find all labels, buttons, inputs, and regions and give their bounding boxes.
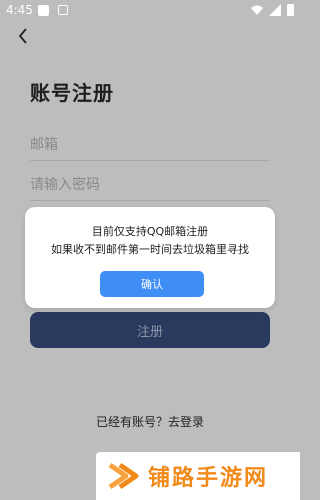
page-title: 账号注册	[30, 81, 114, 105]
notice-dialog: 目前仅支持QQ邮箱注册 如果收不到邮件第一时间去垃圾箱里寻找 确认	[25, 207, 275, 308]
password-input[interactable]	[30, 170, 270, 200]
register-button[interactable]: 注册	[30, 312, 270, 348]
email-field[interactable]	[30, 130, 270, 161]
confirm-button[interactable]: 确认	[100, 271, 204, 297]
signal-icon	[269, 4, 281, 16]
email-input[interactable]	[30, 130, 270, 160]
app-indicator-icon	[58, 5, 68, 15]
status-time: 4:45	[6, 3, 33, 17]
battery-icon	[287, 4, 294, 16]
watermark-text: 铺路手游网	[148, 466, 269, 491]
watermark: 铺路手游网	[96, 452, 300, 500]
watermark-logo-icon	[108, 462, 139, 490]
status-icons	[251, 4, 294, 16]
notification-icon	[38, 5, 49, 16]
dialog-message-line2: 如果收不到邮件第一时间去垃圾箱里寻找	[51, 243, 249, 256]
chevron-left-icon[interactable]	[14, 26, 34, 46]
status-bar: 4:45	[0, 0, 300, 22]
dialog-message-line1: 目前仅支持QQ邮箱注册	[91, 225, 209, 238]
wifi-icon	[251, 5, 263, 15]
login-link[interactable]: 已经有账号？去登录	[0, 413, 300, 430]
password-field[interactable]	[30, 170, 270, 201]
